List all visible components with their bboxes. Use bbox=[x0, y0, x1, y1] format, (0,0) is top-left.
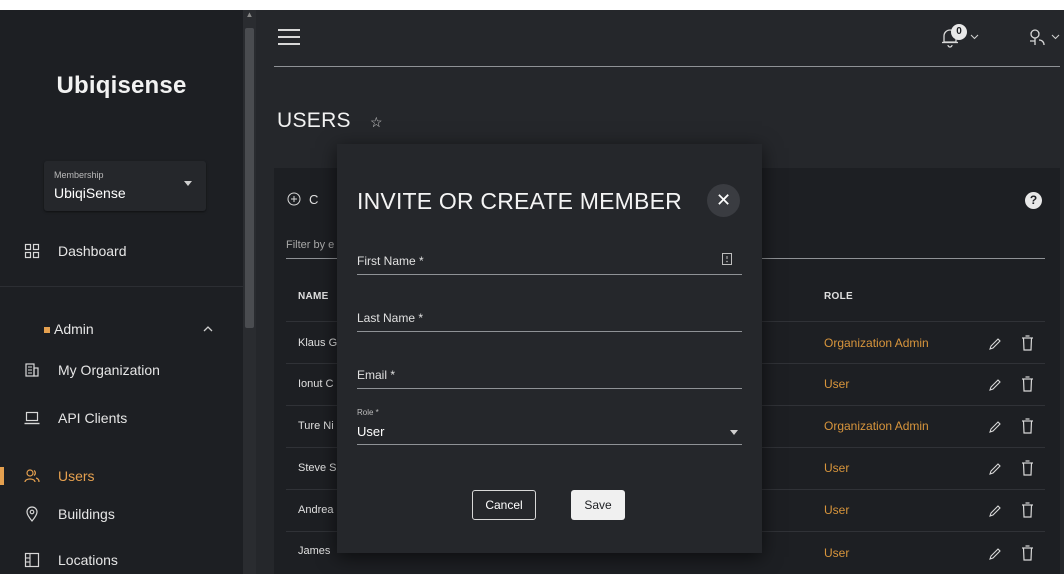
sidebar: Ubiqisense Membership UbiqiSense Dashboa… bbox=[0, 10, 243, 574]
sidebar-group-label: Admin bbox=[54, 321, 94, 337]
map-pin-icon bbox=[26, 506, 38, 522]
user-name: James bbox=[298, 545, 331, 557]
sidebar-group-admin[interactable]: Admin bbox=[44, 321, 214, 341]
add-circle-icon[interactable] bbox=[287, 192, 301, 206]
pencil-icon[interactable] bbox=[988, 420, 1002, 434]
last-name-underline bbox=[357, 331, 742, 332]
sidebar-item-label: Dashboard bbox=[58, 243, 127, 259]
scrollbar-thumb[interactable] bbox=[245, 28, 254, 328]
user-name: Klaus G bbox=[298, 337, 338, 349]
cancel-button[interactable]: Cancel bbox=[472, 490, 536, 520]
sidebar-item-locations[interactable]: Locations bbox=[0, 545, 243, 575]
invite-member-dialog: INVITE OR CREATE MEMBER ✕ First Name * L… bbox=[337, 144, 762, 553]
user-name: Andrea bbox=[298, 504, 334, 516]
membership-label: Membership bbox=[54, 170, 104, 180]
caret-down-icon[interactable] bbox=[730, 430, 738, 435]
membership-value: UbiqiSense bbox=[54, 185, 126, 201]
membership-select[interactable]: Membership UbiqiSense bbox=[44, 161, 206, 211]
sidebar-item-users[interactable]: Users bbox=[0, 461, 243, 491]
chevron-up-icon bbox=[203, 326, 213, 332]
close-icon: ✕ bbox=[715, 190, 732, 210]
column-header-role[interactable]: ROLE bbox=[824, 291, 853, 302]
sidebar-item-api-clients[interactable]: API Clients bbox=[0, 403, 243, 433]
user-role: User bbox=[824, 503, 850, 517]
users-icon bbox=[24, 469, 40, 483]
email-underline bbox=[357, 388, 742, 389]
dashboard-icon bbox=[24, 243, 40, 259]
role-label: Role * bbox=[357, 408, 379, 417]
user-role: User bbox=[824, 461, 850, 475]
chevron-down-icon[interactable] bbox=[1051, 34, 1060, 40]
dialog-title: INVITE OR CREATE MEMBER bbox=[357, 188, 682, 214]
page-title: USERS bbox=[277, 109, 351, 132]
autofill-icon[interactable] bbox=[722, 253, 732, 265]
column-header-name[interactable]: NAME bbox=[298, 291, 329, 302]
pencil-icon[interactable] bbox=[988, 462, 1002, 476]
filter-input[interactable]: Filter by e bbox=[286, 239, 334, 251]
email-field[interactable]: Email * bbox=[357, 368, 395, 382]
pencil-icon[interactable] bbox=[988, 547, 1002, 561]
user-icon[interactable] bbox=[1027, 28, 1047, 48]
trash-icon[interactable] bbox=[1021, 460, 1034, 476]
first-name-underline bbox=[357, 274, 742, 275]
menu-icon[interactable] bbox=[278, 29, 300, 45]
user-name: Ture Ni bbox=[298, 420, 334, 432]
divider bbox=[0, 286, 243, 287]
role-underline bbox=[357, 444, 742, 445]
trash-icon[interactable] bbox=[1021, 418, 1034, 434]
help-icon[interactable]: ? bbox=[1025, 192, 1042, 209]
sidebar-item-label: My Organization bbox=[58, 362, 160, 378]
sidebar-item-label: Locations bbox=[58, 552, 118, 568]
sidebar-item-label: API Clients bbox=[58, 410, 128, 426]
notification-count-badge: 0 bbox=[951, 24, 967, 40]
trash-icon[interactable] bbox=[1021, 335, 1034, 351]
trash-icon[interactable] bbox=[1021, 502, 1034, 518]
save-button[interactable]: Save bbox=[571, 490, 625, 520]
sidebar-item-dashboard[interactable]: Dashboard bbox=[0, 236, 243, 266]
caret-down-icon bbox=[184, 181, 192, 186]
pencil-icon[interactable] bbox=[988, 504, 1002, 518]
sidebar-scrollbar[interactable]: ▲ bbox=[243, 10, 256, 574]
user-name: Steve S bbox=[298, 462, 337, 474]
user-name: Ionut C bbox=[298, 378, 334, 390]
app-logo: Ubiqisense bbox=[56, 72, 187, 99]
building-icon bbox=[25, 363, 39, 377]
user-role: Organization Admin bbox=[824, 419, 929, 433]
last-name-field[interactable]: Last Name * bbox=[357, 311, 423, 325]
chevron-down-icon[interactable] bbox=[970, 34, 979, 40]
floorplan-icon bbox=[24, 552, 40, 568]
pencil-icon[interactable] bbox=[988, 337, 1002, 351]
user-role: User bbox=[824, 377, 850, 391]
topbar-divider bbox=[274, 66, 1060, 67]
sidebar-item-my-organization[interactable]: My Organization bbox=[0, 355, 243, 385]
first-name-field[interactable]: First Name * bbox=[357, 254, 424, 268]
sidebar-item-label: Users bbox=[58, 468, 95, 484]
pencil-icon[interactable] bbox=[988, 378, 1002, 392]
trash-icon[interactable] bbox=[1021, 545, 1034, 561]
user-role: User bbox=[824, 546, 850, 560]
trash-icon[interactable] bbox=[1021, 376, 1034, 392]
sidebar-item-buildings[interactable]: Buildings bbox=[0, 499, 243, 529]
sidebar-item-label: Buildings bbox=[58, 506, 115, 522]
user-role: Organization Admin bbox=[824, 336, 929, 350]
add-user-button[interactable]: C bbox=[309, 192, 318, 207]
close-button[interactable]: ✕ bbox=[707, 184, 740, 217]
scroll-up-arrow-icon[interactable]: ▲ bbox=[245, 10, 254, 20]
laptop-icon bbox=[24, 411, 40, 425]
top-bar: 0 bbox=[256, 10, 1064, 66]
role-select[interactable]: User bbox=[357, 424, 384, 439]
bullet-icon bbox=[44, 327, 50, 333]
star-icon[interactable]: ☆ bbox=[370, 114, 383, 131]
